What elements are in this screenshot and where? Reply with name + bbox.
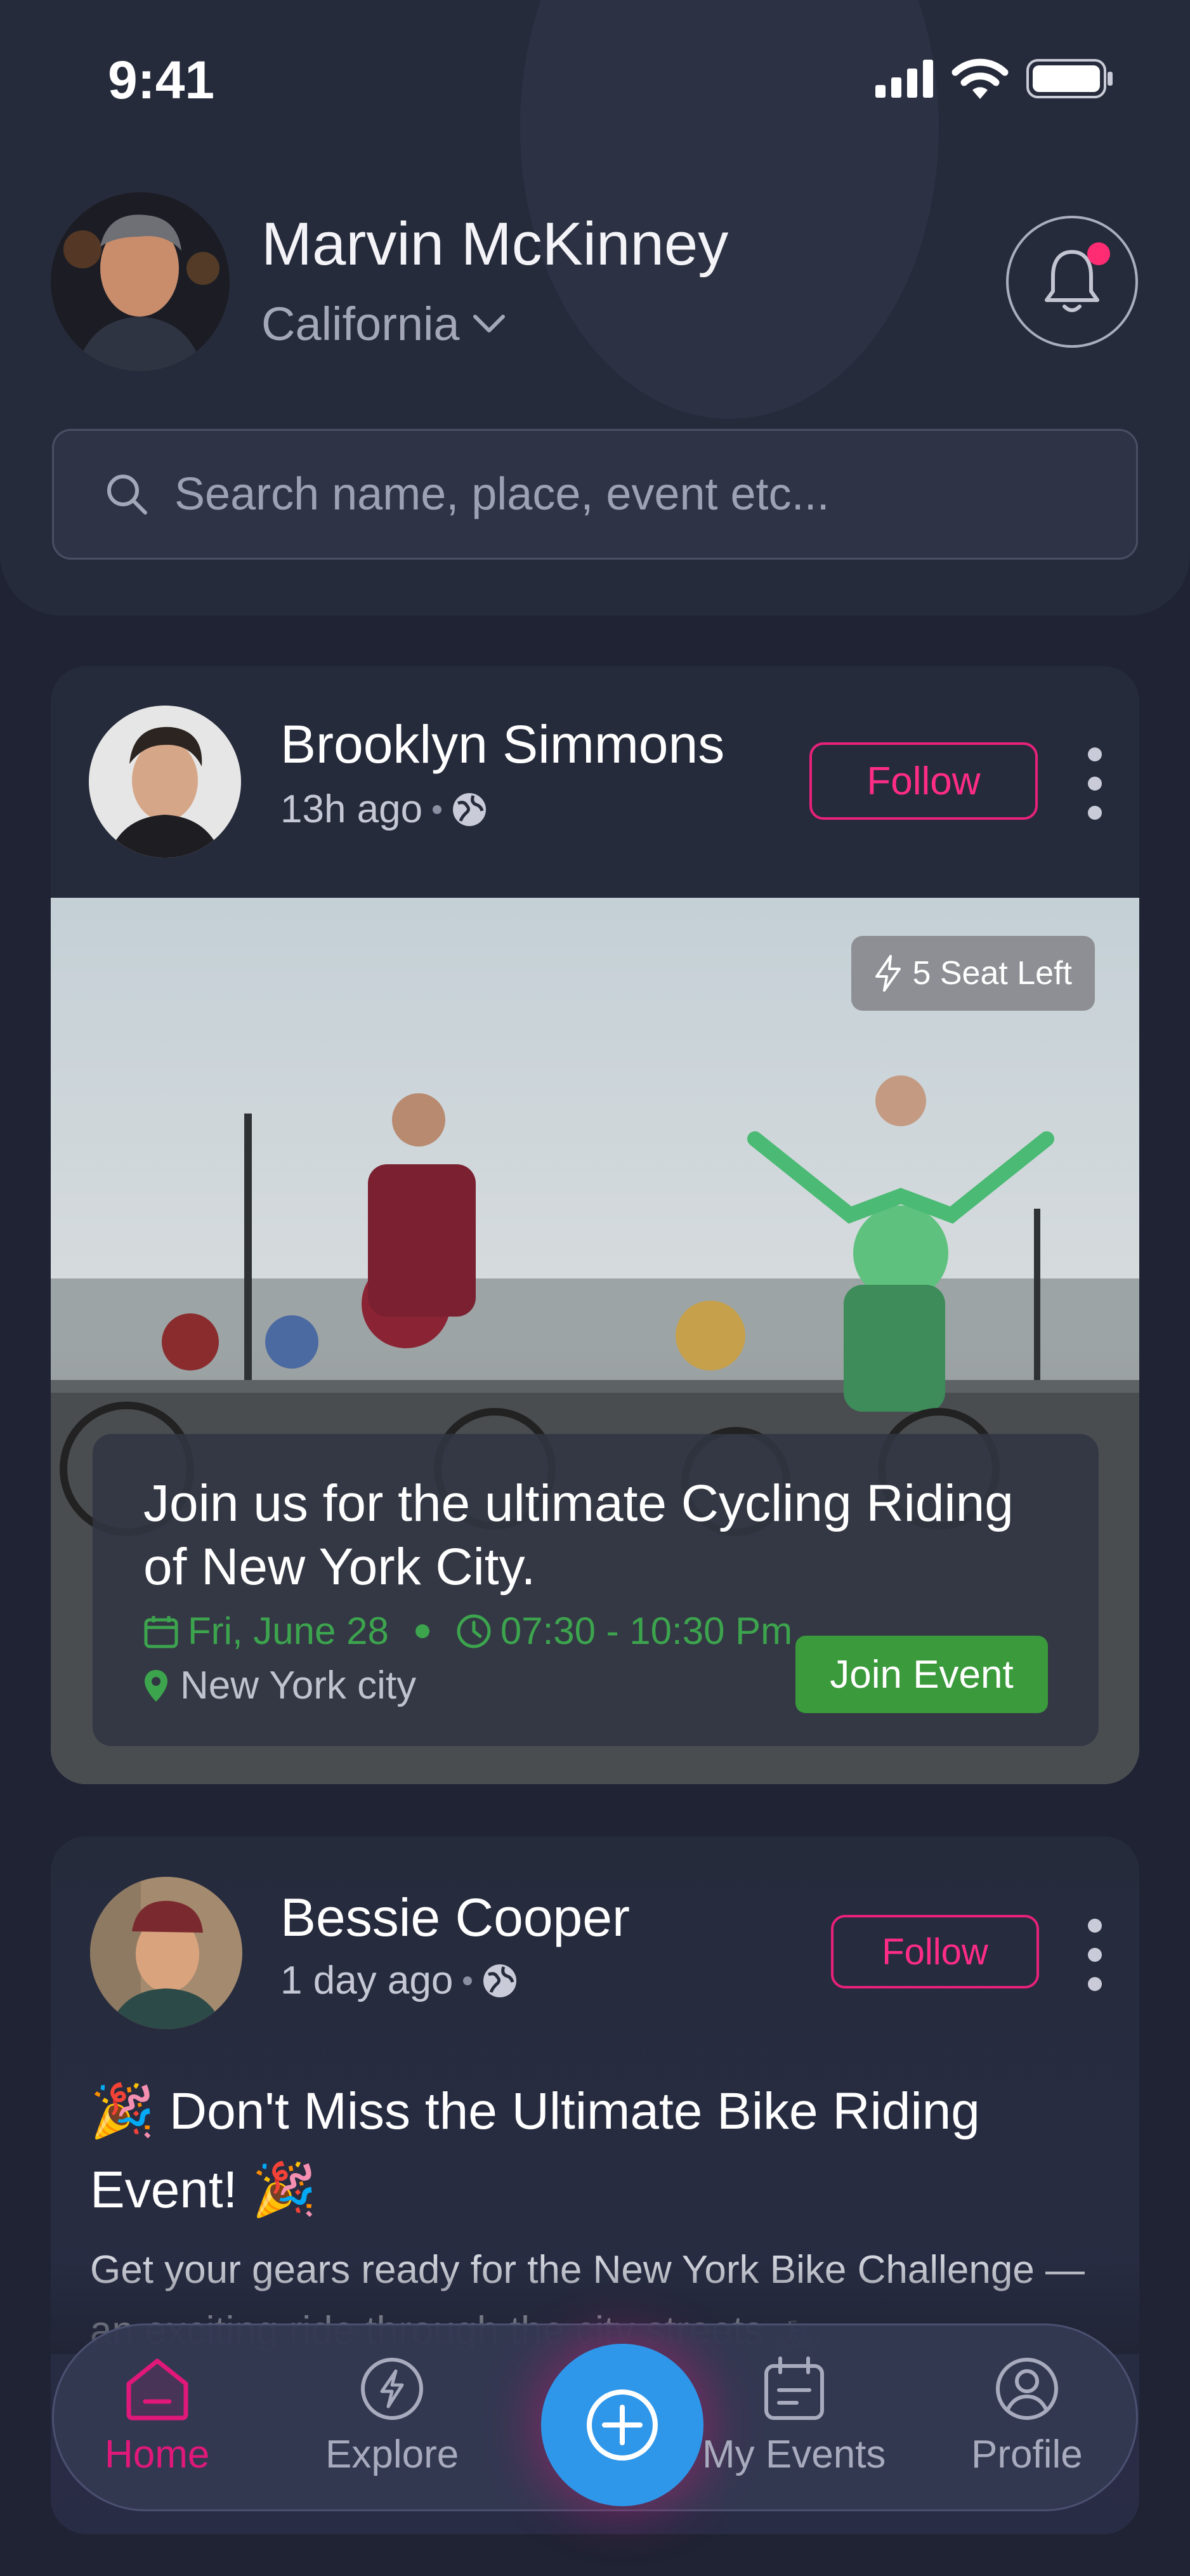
home-screen: 9:41 Marvin McKinney California Search n… <box>0 0 1190 2576</box>
event-time: 07:30 - 10:30 Pm <box>500 1610 793 1652</box>
search-input[interactable] <box>174 468 1062 520</box>
location-pin-icon <box>145 1669 167 1702</box>
post-time: 1 day ago <box>280 1959 454 2002</box>
bottom-tab-bar: Home Explore My Events Profile <box>52 2323 1138 2511</box>
tab-home[interactable]: Home <box>105 2356 209 2477</box>
notification-button[interactable] <box>1006 216 1138 348</box>
post-time: 13h ago <box>280 787 423 831</box>
create-event-button[interactable] <box>541 2344 703 2506</box>
status-time: 9:41 <box>108 50 215 110</box>
search-bar[interactable] <box>52 429 1138 560</box>
schedule-separator <box>415 1624 429 1638</box>
clock-icon <box>457 1614 491 1648</box>
calendar-icon <box>764 2356 824 2420</box>
post-meta: 13h ago <box>280 787 487 832</box>
chevron-down-icon <box>473 314 505 332</box>
tab-home-label: Home <box>105 2433 210 2476</box>
tab-my-events[interactable]: My Events <box>702 2356 886 2477</box>
meta-separator <box>433 805 442 814</box>
event-info-panel: Join us for the ultimate Cycling Riding … <box>93 1434 1099 1746</box>
post-heading: 🎉 Don't Miss the Ultimate Bike Riding Ev… <box>90 2082 980 2219</box>
tab-profile-label: Profile <box>971 2433 1083 2476</box>
user-name: Marvin McKinney <box>261 210 729 278</box>
notification-dot <box>1087 242 1110 265</box>
poster-avatar[interactable] <box>90 1877 242 2029</box>
poster-name[interactable]: Brooklyn Simmons <box>280 714 724 775</box>
tab-explore[interactable]: Explore <box>325 2356 459 2477</box>
seats-left-badge: 5 Seat Left <box>851 936 1095 1011</box>
search-icon <box>107 475 147 515</box>
join-event-button[interactable]: Join Event <box>795 1636 1048 1713</box>
tab-profile[interactable]: Profile <box>971 2356 1083 2477</box>
poster-name[interactable]: Bessie Cooper <box>280 1887 630 1948</box>
more-dot <box>1088 1948 1102 1962</box>
tab-explore-label: Explore <box>325 2433 459 2476</box>
calendar-icon <box>144 1615 178 1648</box>
meta-separator <box>463 1976 473 1985</box>
status-icons <box>875 58 1114 99</box>
more-options-button[interactable] <box>1082 747 1108 820</box>
event-title[interactable]: Join us for the ultimate Cycling Riding … <box>143 1472 1057 1599</box>
more-dot <box>1088 747 1102 761</box>
user-avatar[interactable] <box>51 192 230 371</box>
tab-my-events-label: My Events <box>702 2433 886 2476</box>
event-cover-image[interactable]: 5 Seat Left Join us for the ultimate Cyc… <box>51 898 1139 1784</box>
home-icon <box>126 2358 188 2421</box>
more-dot <box>1088 1919 1102 1933</box>
poster-avatar[interactable] <box>89 706 241 858</box>
post-meta: 1 day ago <box>280 1958 518 2003</box>
wifi-icon <box>951 58 1009 99</box>
event-post-card: Brooklyn Simmons 13h ago Follow 5 Seat L… <box>51 666 1139 1784</box>
battery-icon <box>1026 59 1113 98</box>
event-date: Fri, June 28 <box>188 1610 389 1652</box>
location-selector[interactable]: California <box>261 297 507 351</box>
follow-button[interactable]: Follow <box>809 742 1038 820</box>
header: 9:41 Marvin McKinney California Search n… <box>0 0 1190 615</box>
globe-icon <box>453 792 487 826</box>
lightning-icon <box>875 955 901 992</box>
event-location-label: New York city <box>180 1664 417 1707</box>
event-location: New York city <box>143 1663 416 1708</box>
more-dot <box>1088 806 1102 820</box>
signal-icon <box>875 60 933 98</box>
profile-icon <box>995 2358 1058 2420</box>
location-label: California <box>261 298 460 350</box>
bolt-icon <box>361 2358 424 2420</box>
more-dot <box>1088 1977 1102 1991</box>
globe-icon <box>483 1964 517 1997</box>
more-options-button[interactable] <box>1082 1919 1108 1991</box>
more-dot <box>1088 777 1102 791</box>
seats-left-label: 5 Seat Left <box>912 955 1072 992</box>
follow-button[interactable]: Follow <box>831 1915 1039 1988</box>
plus-icon <box>587 2389 658 2461</box>
